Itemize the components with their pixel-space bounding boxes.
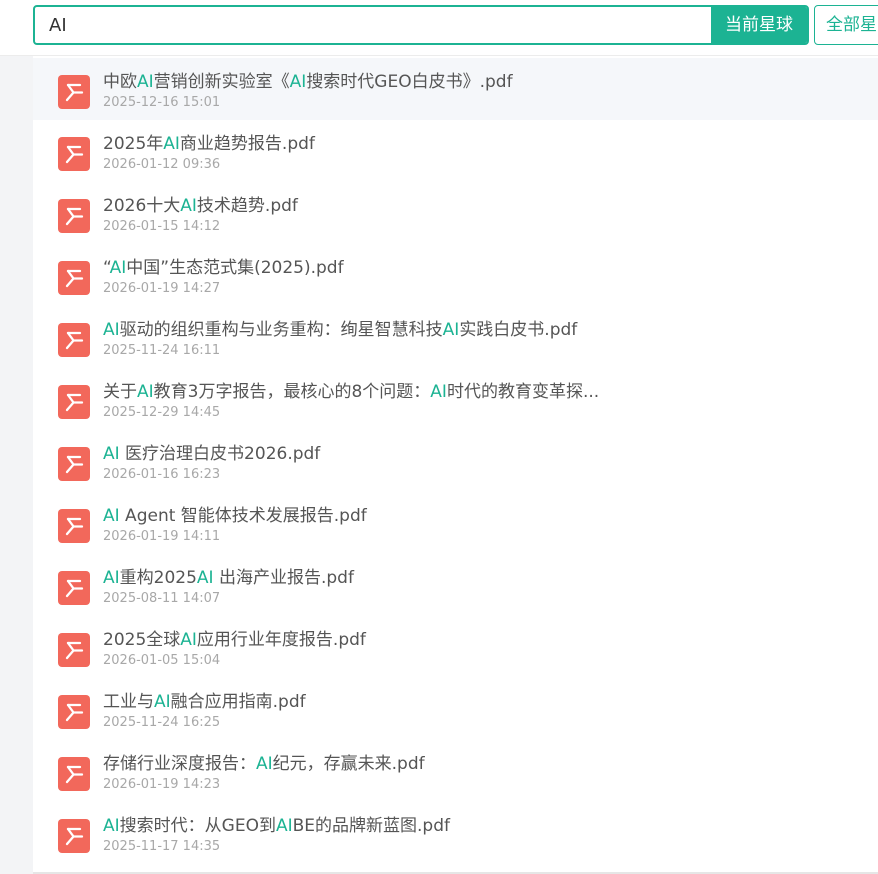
pdf-icon [58, 695, 90, 729]
result-item[interactable]: 2025年AI商业趋势报告.pdf 2026-01-12 09:36 [33, 120, 878, 182]
search-term-highlight: AI [163, 134, 180, 154]
result-date: 2025-11-17 14:35 [103, 839, 221, 854]
search-term-highlight: AI [137, 382, 154, 402]
pdf-icon [58, 633, 90, 667]
search-input[interactable] [35, 7, 715, 43]
search-term-highlight: AI [180, 196, 197, 216]
result-item[interactable]: AI Agent 智能体技术发展报告.pdf 2026-01-19 14:11 [33, 492, 878, 554]
result-title: 2026十大AI技术趋势.pdf [103, 196, 298, 216]
search-term-highlight: AI [103, 506, 120, 526]
search-term-highlight: AI [103, 816, 120, 836]
result-item[interactable]: 2026十大AI技术趋势.pdf 2026-01-15 14:12 [33, 182, 878, 244]
pdf-icon [58, 75, 90, 109]
result-date: 2025-12-29 14:45 [103, 405, 221, 420]
result-date: 2025-11-24 16:11 [103, 343, 221, 358]
pdf-icon [58, 571, 90, 605]
search-term-highlight: AI [103, 568, 120, 588]
result-title: 2025全球AI应用行业年度报告.pdf [103, 630, 366, 650]
result-title: 工业与AI融合应用指南.pdf [103, 692, 306, 712]
result-date: 2025-11-24 16:25 [103, 715, 221, 730]
pdf-icon [58, 385, 90, 419]
result-title: 存储行业深度报告：AI纪元，存赢未来.pdf [103, 754, 425, 774]
result-title: AI Agent 智能体技术发展报告.pdf [103, 506, 367, 526]
search-current-planet-button[interactable]: 当前星球 [711, 7, 807, 43]
result-date: 2026-01-19 14:27 [103, 281, 221, 296]
pdf-icon [58, 137, 90, 171]
search-term-highlight: AI [196, 568, 214, 588]
result-item[interactable]: “AI中国”生态范式集(2025).pdf 2026-01-19 14:27 [33, 244, 878, 306]
search-term-highlight: AI [137, 72, 154, 92]
result-date: 2026-01-19 14:11 [103, 529, 221, 544]
search-term-highlight: AI [442, 320, 460, 340]
search-all-planets-button[interactable]: 全部星 [814, 5, 878, 45]
result-item[interactable]: AI 医疗治理白皮书2026.pdf 2026-01-16 16:23 [33, 430, 878, 492]
result-item[interactable]: AI重构2025AI 出海产业报告.pdf 2025-08-11 14:07 [33, 554, 878, 616]
result-title: AI 医疗治理白皮书2026.pdf [103, 444, 321, 464]
result-item[interactable]: 中欧AI营销创新实验室《AI搜索时代GEO白皮书》.pdf 2025-12-16 … [33, 58, 878, 120]
search-term-highlight: AI [289, 72, 307, 92]
search-term-highlight: AI [430, 382, 447, 402]
pdf-icon [58, 447, 90, 481]
result-title: AI重构2025AI 出海产业报告.pdf [103, 568, 354, 588]
pdf-icon [58, 509, 90, 543]
result-date: 2026-01-15 14:12 [103, 219, 221, 234]
search-term-highlight: AI [180, 630, 197, 650]
result-title: 2025年AI商业趋势报告.pdf [103, 134, 315, 154]
result-title: “AI中国”生态范式集(2025).pdf [103, 258, 344, 278]
pdf-icon [58, 199, 90, 233]
result-date: 2026-01-12 09:36 [103, 157, 221, 172]
left-gutter [0, 56, 33, 874]
result-item[interactable]: 2025全球AI应用行业年度报告.pdf 2026-01-05 15:04 [33, 616, 878, 678]
search-results-list: 中欧AI营销创新实验室《AI搜索时代GEO白皮书》.pdf 2025-12-16 … [33, 58, 878, 872]
result-item[interactable]: 关于AI教育3万字报告，最核心的8个问题：AI时代的教育变革探... 2025-1… [33, 368, 878, 430]
search-box: 当前星球 [33, 5, 809, 45]
pdf-icon [58, 757, 90, 791]
pdf-icon [58, 261, 90, 295]
result-title: 关于AI教育3万字报告，最核心的8个问题：AI时代的教育变革探... [103, 382, 600, 402]
result-date: 2026-01-05 15:04 [103, 653, 221, 668]
result-item[interactable]: 工业与AI融合应用指南.pdf 2025-11-24 16:25 [33, 678, 878, 740]
result-date: 2025-12-16 15:01 [103, 95, 221, 110]
search-term-highlight: AI [154, 692, 171, 712]
result-item[interactable]: 存储行业深度报告：AI纪元，存赢未来.pdf 2026-01-19 14:23 [33, 740, 878, 802]
search-bar: 当前星球 全部星 [0, 0, 878, 56]
search-term-highlight: AI [275, 816, 293, 836]
search-term-highlight: AI [103, 444, 120, 464]
search-term-highlight: AI [103, 320, 120, 340]
result-date: 2026-01-19 14:23 [103, 777, 221, 792]
result-title: AI搜索时代：从GEO到AIBE的品牌新蓝图.pdf [103, 816, 450, 836]
pdf-icon [58, 819, 90, 853]
search-term-highlight: AI [109, 258, 127, 278]
result-title: AI驱动的组织重构与业务重构：绚星智慧科技AI实践白皮书.pdf [103, 320, 578, 340]
search-term-highlight: AI [256, 754, 273, 774]
result-title: 中欧AI营销创新实验室《AI搜索时代GEO白皮书》.pdf [103, 72, 513, 92]
result-date: 2026-01-16 16:23 [103, 467, 221, 482]
result-item[interactable]: AI搜索时代：从GEO到AIBE的品牌新蓝图.pdf 2025-11-17 14:… [33, 802, 878, 864]
result-item[interactable]: AI驱动的组织重构与业务重构：绚星智慧科技AI实践白皮书.pdf 2025-11-… [33, 306, 878, 368]
pdf-icon [58, 323, 90, 357]
result-date: 2025-08-11 14:07 [103, 591, 221, 606]
